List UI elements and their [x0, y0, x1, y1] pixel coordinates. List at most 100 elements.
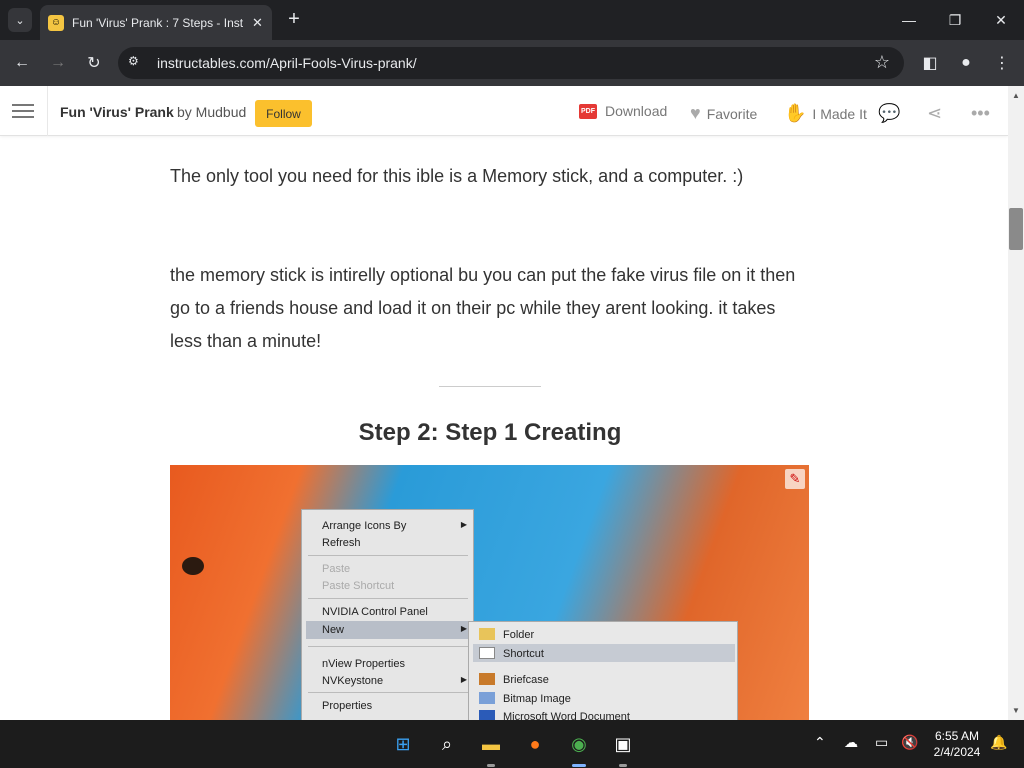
- new-tab-button[interactable]: +: [282, 8, 306, 32]
- author-byline[interactable]: by Mudbud: [177, 104, 246, 120]
- menu-item-nvkeystone: NVKeystone: [322, 675, 384, 687]
- profile-button[interactable]: ●: [953, 50, 979, 76]
- project-header: Fun 'Virus' Prank by Mudbud Follow PDF D…: [0, 86, 1008, 136]
- search-button[interactable]: ⌕: [433, 730, 461, 758]
- favorite-button[interactable]: ♥ Favorite: [690, 103, 757, 124]
- pdf-icon: PDF: [579, 103, 597, 119]
- made-it-button[interactable]: ✋ I Made It: [784, 103, 867, 124]
- hand-icon: ✋: [784, 103, 807, 123]
- chevron-down-icon: ⌄: [15, 14, 25, 27]
- start-button[interactable]: ⊞: [389, 730, 417, 758]
- menu-item-nview: nView Properties: [322, 658, 405, 670]
- minimize-button[interactable]: —: [886, 0, 932, 40]
- running-indicator: [487, 764, 495, 767]
- submenu-folder: Folder: [503, 629, 535, 641]
- made-it-label: I Made It: [812, 105, 867, 122]
- favorite-label: Favorite: [706, 105, 758, 122]
- step-divider: [439, 386, 541, 387]
- chrome-button[interactable]: ◉: [565, 730, 593, 758]
- word-doc-icon: [479, 710, 495, 720]
- site-favicon-icon: ☺: [48, 14, 64, 31]
- close-window-button[interactable]: ✕: [978, 0, 1024, 40]
- browser-toolbar: ← → ↻ ⚙ instructables.com/April-Fools-Vi…: [0, 40, 1024, 86]
- menu-separator: [308, 646, 468, 647]
- menu-item-arrange: Arrange Icons By: [322, 520, 407, 532]
- scroll-up-icon[interactable]: ▲: [1008, 88, 1024, 104]
- download-button[interactable]: PDF Download: [579, 103, 667, 119]
- terminal-button[interactable]: ▣: [609, 730, 637, 758]
- browser-tab-active[interactable]: ☺ Fun 'Virus' Prank : 7 Steps - Inst ✕: [40, 5, 272, 40]
- reload-button[interactable]: ↻: [81, 50, 107, 76]
- browser-tab-strip: ⌄ ☺ Fun 'Virus' Prank : 7 Steps - Inst ✕…: [0, 0, 1024, 40]
- menu-separator: [308, 598, 468, 599]
- windows-logo-icon: ⊞: [395, 733, 411, 754]
- arrow-right-icon: →: [50, 54, 66, 71]
- comments-icon: 💬: [878, 103, 901, 123]
- share-icon: ⋖: [927, 103, 943, 123]
- clock-time: 6:55 AM: [934, 729, 980, 743]
- page-scrollbar[interactable]: [1008, 86, 1024, 720]
- folder-icon: [479, 628, 495, 640]
- firefox-button[interactable]: ●: [521, 730, 549, 758]
- active-indicator: [572, 764, 586, 767]
- url-text[interactable]: instructables.com/April-Fools-Virus-pran…: [157, 55, 417, 71]
- notifications-bell-icon[interactable]: 🔔: [990, 734, 1007, 751]
- step-paragraph-1: The only tool you need for this ible is …: [170, 166, 744, 186]
- submenu-shortcut: Shortcut: [503, 648, 544, 660]
- project-title[interactable]: Fun 'Virus' Prank: [60, 104, 174, 120]
- close-tab-icon[interactable]: ✕: [252, 15, 263, 31]
- chevron-up-icon[interactable]: ⌃: [814, 734, 826, 751]
- reload-icon: ↻: [87, 55, 101, 72]
- menu-item-new: New: [322, 624, 345, 636]
- scrollbar-thumb[interactable]: [1009, 208, 1023, 250]
- folder-icon: ▬: [482, 733, 500, 754]
- side-panel-button[interactable]: ◧: [917, 50, 943, 76]
- clock-date: 2/4/2024: [933, 745, 981, 759]
- volume-muted-icon[interactable]: 🔇: [901, 734, 918, 751]
- file-explorer-button[interactable]: ▬: [477, 730, 505, 758]
- share-button[interactable]: ⋖: [927, 103, 948, 124]
- chrome-menu-button[interactable]: ⋮: [989, 50, 1015, 76]
- menu-separator: [308, 555, 468, 556]
- firefox-icon: ●: [529, 733, 541, 754]
- site-settings-icon[interactable]: ⚙: [128, 54, 146, 72]
- profile-icon: ●: [961, 54, 971, 71]
- more-options-button[interactable]: •••: [971, 103, 996, 124]
- onedrive-icon[interactable]: ☁: [844, 734, 858, 751]
- back-button[interactable]: ←: [9, 50, 35, 76]
- terminal-icon: ▣: [614, 733, 632, 754]
- forward-button[interactable]: →: [45, 50, 71, 76]
- windows-taskbar: ⊞ ⌕ ▬ ● ◉ ▣ ⌃ ☁ ▭ 🔇 6:55 AM 2/4/2024 🔔: [0, 720, 1024, 768]
- arrow-left-icon: ←: [14, 54, 30, 71]
- chrome-icon: ◉: [571, 733, 587, 754]
- tab-search-button[interactable]: ⌄: [8, 8, 32, 32]
- kebab-menu-icon: ⋮: [994, 55, 1010, 72]
- bookmark-star-icon[interactable]: ☆: [874, 52, 890, 73]
- submenu-briefcase: Briefcase: [503, 674, 549, 686]
- fish-eye: [182, 557, 204, 575]
- submenu-arrow-icon: ▶: [460, 675, 467, 684]
- system-clock[interactable]: 6:55 AM 2/4/2024: [926, 728, 988, 760]
- comments-button[interactable]: 💬: [878, 103, 906, 124]
- heart-icon: ♥: [690, 103, 701, 123]
- shortcut-icon: [479, 647, 495, 659]
- photo-new-submenu: Folder Shortcut Briefcase Bitmap Image M…: [468, 621, 738, 720]
- menu-item-refresh: Refresh: [322, 537, 361, 549]
- briefcase-icon: [479, 673, 495, 685]
- running-indicator: [619, 764, 627, 767]
- photo-context-menu: Arrange Icons By ▶ Refresh Paste Paste S…: [301, 509, 474, 720]
- follow-button[interactable]: Follow: [255, 100, 312, 127]
- pencil-icon[interactable]: ✎: [785, 469, 805, 489]
- menu-item-paste: Paste: [322, 563, 351, 575]
- network-icon[interactable]: ▭: [875, 734, 888, 751]
- submenu-bitmap: Bitmap Image: [503, 693, 571, 705]
- restore-button[interactable]: ❐: [932, 0, 978, 40]
- tab-title: Fun 'Virus' Prank : 7 Steps - Inst: [72, 15, 244, 30]
- step-photo[interactable]: ✎ Arrange Icons By ▶ Refresh Paste Paste…: [170, 465, 809, 720]
- submenu-arrow-icon: ▶: [460, 624, 467, 633]
- hamburger-menu-icon[interactable]: [12, 104, 34, 122]
- search-icon: ⌕: [441, 733, 453, 754]
- address-bar[interactable]: ⚙ instructables.com/April-Fools-Virus-pr…: [118, 47, 904, 79]
- side-panel-icon: ◧: [922, 55, 938, 72]
- scroll-down-icon[interactable]: ▼: [1008, 703, 1024, 719]
